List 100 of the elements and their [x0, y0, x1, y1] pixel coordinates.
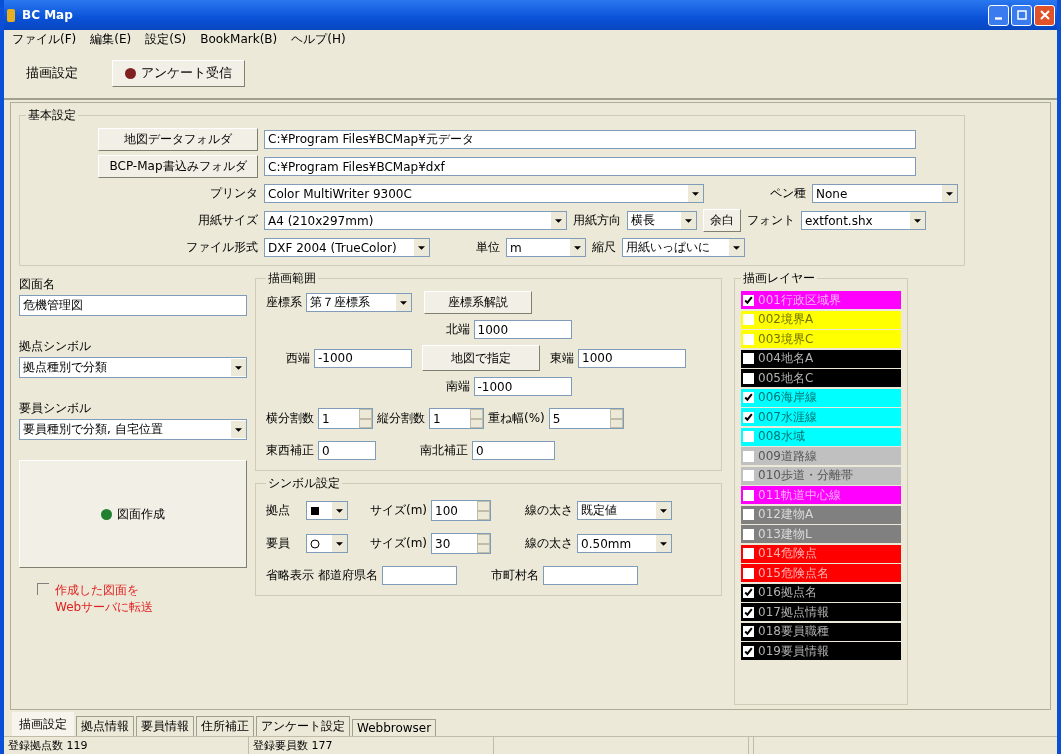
font-dropdown[interactable]: extfont.shx [801, 211, 926, 230]
checkbox[interactable] [743, 314, 754, 325]
unit-dropdown[interactable]: m [506, 238, 586, 257]
path-field[interactable]: C:¥Program Files¥BCMap¥dxf [264, 157, 916, 176]
tab[interactable]: 住所補正 [196, 716, 254, 736]
file-format-dropdown[interactable]: DXF 2004 (TrueColor) [264, 238, 430, 257]
symbol-dropdown[interactable] [306, 534, 348, 553]
checkbox[interactable] [743, 626, 754, 637]
layer-item[interactable]: 004地名A [741, 349, 901, 368]
minimize-button[interactable] [988, 4, 1009, 26]
paper-size-dropdown[interactable]: A4 (210x297mm) [264, 211, 567, 230]
layer-item[interactable]: 019要員情報 [741, 642, 901, 660]
symbol-dropdown[interactable] [306, 501, 348, 520]
layer-item[interactable]: 002境界A [741, 310, 901, 329]
tab[interactable]: 要員情報 [136, 716, 194, 736]
spin-field[interactable]: 30 [431, 533, 492, 554]
layer-item[interactable]: 018要員職種 [741, 622, 901, 641]
line-width-dropdown[interactable]: 既定値 [577, 501, 673, 520]
layer-item[interactable]: 005地名C [741, 369, 901, 387]
checkbox[interactable] [743, 392, 754, 403]
circle-icon [310, 538, 320, 549]
checkbox[interactable] [743, 489, 754, 501]
staff-symbol-dropdown[interactable]: 要員種別で分類, 自宅位置 [19, 419, 247, 440]
tab[interactable]: Webbrowser [352, 719, 437, 736]
margin-button[interactable]: 余白 [703, 209, 741, 232]
specify-on-map-button[interactable]: 地図で指定 [422, 345, 540, 371]
spin-field[interactable]: 100 [431, 500, 492, 521]
printer-dropdown[interactable]: Color MultiWriter 9300C [264, 184, 704, 203]
east-west-offset-field[interactable]: 0 [318, 441, 376, 460]
layer-item[interactable]: 007水涯線 [741, 408, 901, 426]
create-drawing-button[interactable]: 図面作成 [19, 460, 247, 568]
caret-icon [235, 427, 242, 432]
spin-field[interactable]: 1 [318, 408, 373, 429]
checkbox[interactable] [37, 583, 49, 595]
layer-name: 001行政区域界 [758, 291, 841, 309]
checkbox[interactable] [743, 606, 754, 618]
layer-name: 019要員情報 [758, 642, 829, 660]
layer-item[interactable]: 017拠点情報 [741, 603, 901, 621]
pen-dropdown[interactable]: None [812, 184, 958, 203]
menu-item[interactable]: 設定(S) [145, 30, 187, 48]
checkbox[interactable] [743, 470, 754, 481]
checkbox[interactable] [743, 509, 754, 520]
layer-item[interactable]: 008水域 [741, 427, 901, 446]
east-field[interactable]: 1000 [578, 348, 686, 368]
group-title: 描画範囲 [267, 270, 317, 287]
line-width-dropdown[interactable]: 0.50mm [577, 534, 673, 553]
south-field[interactable]: -1000 [473, 377, 572, 396]
layer-item[interactable]: 016拠点名 [741, 583, 901, 602]
city-field[interactable] [543, 566, 638, 585]
coordinate-system-dropdown[interactable]: 第７座標系 [306, 293, 412, 312]
field-label: 東端 [550, 349, 574, 367]
prefecture-field[interactable] [382, 566, 457, 585]
menu-item[interactable]: BookMark(B) [200, 32, 278, 46]
checkbox[interactable] [743, 587, 754, 598]
layer-item[interactable]: 006海岸線 [741, 388, 901, 407]
field-label: 横分割数 [266, 410, 314, 427]
maximize-button[interactable] [1011, 4, 1032, 26]
field-label: プリンタ [210, 185, 258, 202]
checkbox-label: 作成した図面をWebサーバに転送 [55, 582, 155, 616]
checkbox[interactable] [743, 645, 754, 657]
north-field[interactable]: 1000 [473, 320, 572, 339]
layer-item[interactable]: 003境界C [741, 330, 901, 348]
orientation-dropdown[interactable]: 横長 [627, 211, 697, 230]
path-field[interactable]: C:¥Program Files¥BCMap¥元データ [264, 130, 916, 149]
folder-button[interactable]: 地図データフォルダ [98, 128, 258, 151]
layer-name: 005地名C [758, 369, 814, 387]
menu-item[interactable]: 編集(E) [90, 30, 132, 48]
layer-item[interactable]: 010歩道・分離帯 [741, 466, 901, 485]
tab[interactable]: アンケート設定 [256, 716, 350, 736]
checkbox[interactable] [743, 353, 754, 364]
layer-name: 017拠点情報 [758, 603, 829, 621]
checkbox[interactable] [743, 294, 754, 306]
layer-name: 002境界A [758, 311, 814, 328]
checkbox[interactable] [743, 333, 754, 345]
base-symbol-dropdown[interactable]: 拠点種別で分類 [19, 357, 247, 378]
tab[interactable]: 拠点情報 [76, 716, 134, 736]
checkbox[interactable] [743, 411, 754, 423]
checkbox[interactable] [743, 372, 754, 384]
scale-dropdown[interactable]: 用紙いっぱいに [622, 238, 745, 257]
close-button[interactable] [1034, 4, 1055, 26]
north-south-offset-field[interactable]: 0 [472, 441, 555, 460]
field-label: 線の太さ [525, 502, 574, 519]
checkbox[interactable] [743, 450, 754, 462]
menu-item[interactable]: ファイル(F) [12, 30, 77, 48]
spin-field[interactable]: 5 [548, 408, 624, 429]
checkbox[interactable] [743, 548, 754, 559]
checkbox[interactable] [743, 528, 754, 540]
spin-field[interactable]: 1 [429, 408, 484, 429]
survey-receive-button[interactable]: アンケート受信 [112, 59, 245, 87]
tab[interactable]: 描画設定 [12, 712, 74, 736]
layer-item[interactable]: 009道路線 [741, 447, 901, 465]
checkbox[interactable] [743, 431, 754, 442]
drawing-name-field[interactable]: 危機管理図 [19, 295, 247, 316]
field-label: 都道府県名 [318, 567, 378, 584]
field-label: 要員シンボル [19, 400, 92, 417]
menu-item[interactable]: ヘルプ(H) [291, 30, 346, 48]
coordinate-help-button[interactable]: 座標系解説 [424, 291, 532, 314]
folder-button[interactable]: BCP-Map書込みフォルダ [98, 155, 258, 178]
west-field[interactable]: -1000 [314, 348, 412, 368]
checkbox[interactable] [743, 567, 754, 579]
